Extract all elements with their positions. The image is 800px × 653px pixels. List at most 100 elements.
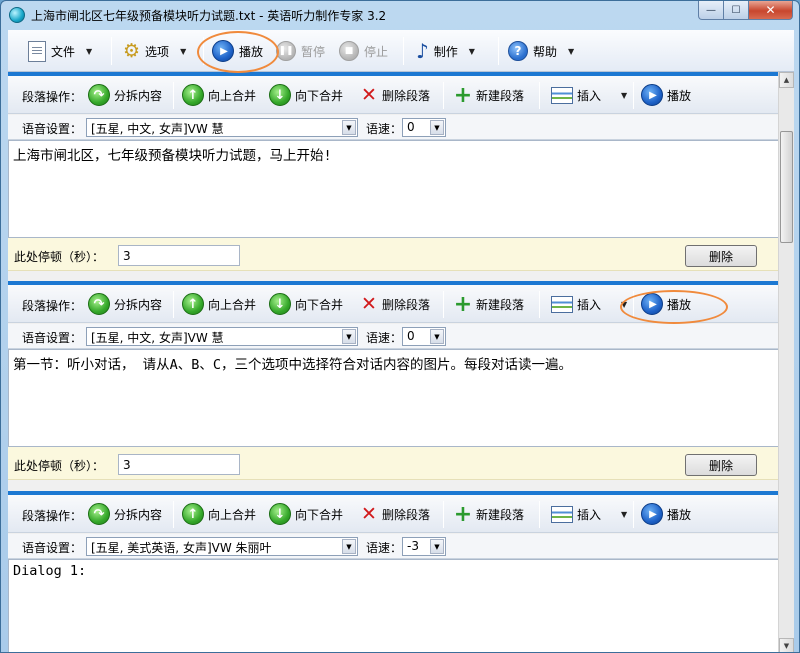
merge-down-button[interactable]: ↓ 向下合并: [269, 292, 343, 316]
segment-play-button[interactable]: ▶ 播放: [641, 502, 691, 526]
segment-separator: [539, 82, 540, 109]
paragraph-text-area[interactable]: 上海市闸北区，七年级预备模块听力试题，马上开始!: [8, 140, 780, 238]
gear-icon: ⚙: [123, 40, 141, 62]
pause-seconds-input[interactable]: 3: [118, 245, 240, 266]
merge-up-button[interactable]: ↑ 向上合并: [182, 83, 256, 107]
window-controls: — ☐ ✕: [698, 1, 793, 20]
merge-down-button[interactable]: ↓ 向下合并: [269, 83, 343, 107]
stop-button[interactable]: ■ 停止: [339, 38, 388, 64]
chevron-down-icon: ▼: [180, 46, 187, 56]
segment-separator: [173, 501, 174, 528]
chevron-down-icon[interactable]: ▼: [430, 329, 444, 344]
play-button[interactable]: ▶ 播放: [212, 38, 263, 64]
scrollbar-thumb[interactable]: [780, 131, 793, 243]
main-toolbar: 文件 ▼ ⚙ 选项 ▼ ▶ 播放 ❚❚ 暂停 ■ 停止 ♪ 制作 ▼ ? 帮助 …: [8, 30, 794, 72]
delete-paragraph-label: 删除段落: [382, 297, 431, 312]
insert-label: 插入: [577, 88, 602, 103]
paragraph-text-area[interactable]: Dialog 1:: [8, 559, 780, 652]
delete-segment-button[interactable]: 删除: [685, 245, 757, 267]
delete-segment-button[interactable]: 删除: [685, 454, 757, 476]
split-content-button[interactable]: ↷ 分拆内容: [88, 83, 162, 107]
insert-menu-button[interactable]: 插入 ▼: [551, 502, 627, 526]
play-label: 播放: [239, 44, 264, 59]
split-content-button[interactable]: ↷ 分拆内容: [88, 502, 162, 526]
merge-up-label: 向上合并: [208, 88, 257, 103]
segment-play-button[interactable]: ▶ 播放: [641, 292, 691, 316]
chevron-down-icon[interactable]: ▼: [342, 120, 356, 135]
chevron-down-icon[interactable]: ▼: [342, 539, 356, 554]
speed-select-value: -3: [407, 539, 419, 553]
delete-paragraph-button[interactable]: ✕ 删除段落: [360, 292, 430, 316]
title-bar: 上海市闸北区七年级预备模块听力试题.txt - 英语听力制作专家 3.2 — ☐…: [1, 1, 799, 29]
delete-paragraph-button[interactable]: ✕ 删除段落: [360, 83, 430, 107]
delete-paragraph-label: 删除段落: [382, 88, 431, 103]
insert-menu-button[interactable]: 插入 ▼: [551, 83, 627, 107]
voice-settings-label: 语音设置：: [22, 541, 83, 555]
play-icon: ▶: [641, 84, 663, 106]
scroll-down-arrow-icon[interactable]: ▼: [779, 638, 794, 652]
pause-seconds-label: 此处停顿（秒）：: [14, 459, 105, 473]
toolbar-separator: [111, 37, 112, 65]
segment-play-label: 播放: [667, 507, 692, 522]
speed-select[interactable]: 0 ▼: [402, 327, 446, 346]
chevron-down-icon[interactable]: ▼: [342, 329, 356, 344]
merge-up-button[interactable]: ↑ 向上合并: [182, 292, 256, 316]
merge-up-button[interactable]: ↑ 向上合并: [182, 502, 256, 526]
new-paragraph-button[interactable]: + 新建段落: [454, 502, 524, 527]
delete-x-icon: ✕: [361, 293, 377, 315]
paragraph-text-area[interactable]: 第一节：听小对话， 请从A、B、C，三个选项中选择符合对话内容的图片。每段对话读…: [8, 349, 780, 447]
make-menu-button[interactable]: ♪ 制作 ▼: [416, 38, 475, 64]
toolbar-separator: [403, 37, 404, 65]
vertical-scrollbar[interactable]: ▲ ▼: [778, 72, 794, 652]
speed-select[interactable]: 0 ▼: [402, 118, 446, 137]
file-menu-button[interactable]: 文件 ▼: [28, 38, 92, 64]
voice-select-value: [五星, 美式英语, 女声]VW 朱丽叶: [91, 541, 272, 555]
options-menu-button[interactable]: ⚙ 选项 ▼: [123, 38, 186, 64]
pause-seconds-input[interactable]: 3: [118, 454, 240, 475]
play-icon: ▶: [641, 293, 663, 315]
segment-play-button[interactable]: ▶ 播放: [641, 83, 691, 107]
speed-select-value: 0: [407, 120, 415, 134]
scroll-up-arrow-icon[interactable]: ▲: [779, 72, 794, 88]
help-menu-button[interactable]: ? 帮助 ▼: [508, 38, 574, 64]
segment-separator: [173, 291, 174, 318]
close-button[interactable]: ✕: [749, 1, 793, 20]
segment-toolbar: 段落操作： ↷ 分拆内容 ↑ 向上合并 ↓ 向下合并 ✕ 删除段落 + 新建段落: [8, 285, 780, 323]
voice-select[interactable]: [五星, 中文, 女声]VW 慧 ▼: [86, 327, 358, 346]
new-paragraph-label: 新建段落: [476, 297, 525, 312]
delete-paragraph-button[interactable]: ✕ 删除段落: [360, 502, 430, 526]
play-icon: ▶: [641, 503, 663, 525]
new-paragraph-button[interactable]: + 新建段落: [454, 292, 525, 317]
insert-icon: [551, 86, 573, 104]
insert-menu-button[interactable]: 插入 ▼: [551, 292, 627, 316]
arrow-up-icon: ↑: [182, 503, 204, 525]
voice-select-value: [五星, 中文, 女声]VW 慧: [91, 331, 224, 345]
merge-down-button[interactable]: ↓ 向下合并: [269, 502, 343, 526]
maximize-button[interactable]: ☐: [724, 1, 749, 20]
play-icon: ▶: [212, 40, 234, 62]
app-window: 上海市闸北区七年级预备模块听力试题.txt - 英语听力制作专家 3.2 — ☐…: [0, 0, 800, 653]
chevron-down-icon: ▼: [621, 299, 628, 309]
split-content-button[interactable]: ↷ 分拆内容: [88, 292, 162, 316]
voice-select[interactable]: [五星, 中文, 女声]VW 慧 ▼: [86, 118, 358, 137]
split-label: 分拆内容: [114, 297, 163, 312]
music-note-icon: ♪: [416, 39, 429, 63]
segment-separator: [633, 82, 634, 109]
segment-ops-label: 段落操作：: [22, 90, 83, 104]
chevron-down-icon[interactable]: ▼: [430, 120, 444, 135]
new-paragraph-button[interactable]: + 新建段落: [454, 83, 524, 108]
chevron-down-icon[interactable]: ▼: [430, 539, 444, 554]
help-label: 帮助: [533, 44, 558, 59]
pause-button[interactable]: ❚❚ 暂停: [276, 38, 325, 64]
segment-ops-label: 段落操作：: [22, 509, 83, 523]
speed-select[interactable]: -3 ▼: [402, 537, 446, 556]
merge-down-label: 向下合并: [295, 297, 344, 312]
chevron-down-icon: ▼: [468, 46, 475, 56]
segment: 段落操作： ↷ 分拆内容 ↑ 向上合并 ↓ 向下合并 ✕ 删除段落 + 新建段落: [8, 281, 794, 480]
file-label: 文件: [51, 44, 76, 59]
minimize-button[interactable]: —: [698, 1, 724, 20]
document-icon: [28, 40, 46, 62]
chevron-down-icon: ▼: [568, 46, 575, 56]
voice-select[interactable]: [五星, 美式英语, 女声]VW 朱丽叶 ▼: [86, 537, 358, 556]
speed-label: 语速：: [366, 122, 403, 136]
